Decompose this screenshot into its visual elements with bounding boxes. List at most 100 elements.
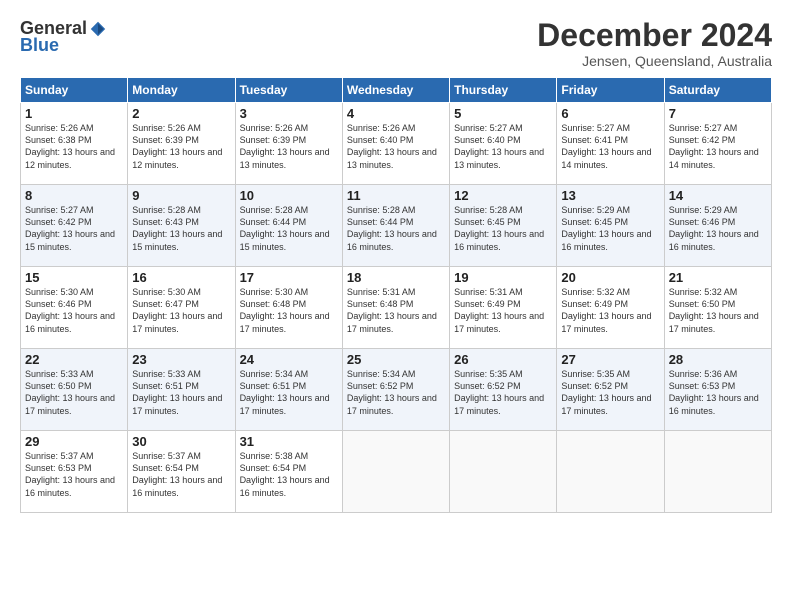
calendar-cell: 27 Sunrise: 5:35 AMSunset: 6:52 PMDaylig… bbox=[557, 349, 664, 431]
calendar-cell: 16 Sunrise: 5:30 AMSunset: 6:47 PMDaylig… bbox=[128, 267, 235, 349]
day-number: 27 bbox=[561, 352, 659, 367]
day-number: 31 bbox=[240, 434, 338, 449]
title-block: December 2024 Jensen, Queensland, Austra… bbox=[537, 18, 772, 69]
day-number: 29 bbox=[25, 434, 123, 449]
calendar-cell: 4 Sunrise: 5:26 AMSunset: 6:40 PMDayligh… bbox=[342, 103, 449, 185]
cell-info: Sunrise: 5:27 AMSunset: 6:42 PMDaylight:… bbox=[25, 205, 115, 251]
calendar-cell: 13 Sunrise: 5:29 AMSunset: 6:45 PMDaylig… bbox=[557, 185, 664, 267]
cell-info: Sunrise: 5:37 AMSunset: 6:54 PMDaylight:… bbox=[132, 451, 222, 497]
calendar-cell: 10 Sunrise: 5:28 AMSunset: 6:44 PMDaylig… bbox=[235, 185, 342, 267]
calendar-cell: 15 Sunrise: 5:30 AMSunset: 6:46 PMDaylig… bbox=[21, 267, 128, 349]
calendar-cell bbox=[342, 431, 449, 513]
calendar-cell bbox=[664, 431, 771, 513]
day-number: 19 bbox=[454, 270, 552, 285]
day-number: 24 bbox=[240, 352, 338, 367]
day-number: 5 bbox=[454, 106, 552, 121]
calendar-cell: 9 Sunrise: 5:28 AMSunset: 6:43 PMDayligh… bbox=[128, 185, 235, 267]
cell-info: Sunrise: 5:36 AMSunset: 6:53 PMDaylight:… bbox=[669, 369, 759, 415]
calendar-cell: 17 Sunrise: 5:30 AMSunset: 6:48 PMDaylig… bbox=[235, 267, 342, 349]
cell-info: Sunrise: 5:29 AMSunset: 6:45 PMDaylight:… bbox=[561, 205, 651, 251]
day-number: 25 bbox=[347, 352, 445, 367]
cell-info: Sunrise: 5:27 AMSunset: 6:42 PMDaylight:… bbox=[669, 123, 759, 169]
day-number: 11 bbox=[347, 188, 445, 203]
day-number: 18 bbox=[347, 270, 445, 285]
day-number: 28 bbox=[669, 352, 767, 367]
cell-info: Sunrise: 5:34 AMSunset: 6:52 PMDaylight:… bbox=[347, 369, 437, 415]
calendar-cell: 2 Sunrise: 5:26 AMSunset: 6:39 PMDayligh… bbox=[128, 103, 235, 185]
page: General Blue December 2024 Jensen, Queen… bbox=[0, 0, 792, 612]
day-number: 17 bbox=[240, 270, 338, 285]
col-header-tuesday: Tuesday bbox=[235, 78, 342, 103]
logo-blue-text: Blue bbox=[20, 35, 59, 55]
calendar-cell: 23 Sunrise: 5:33 AMSunset: 6:51 PMDaylig… bbox=[128, 349, 235, 431]
logo-icon bbox=[89, 20, 107, 38]
day-number: 10 bbox=[240, 188, 338, 203]
calendar-cell: 29 Sunrise: 5:37 AMSunset: 6:53 PMDaylig… bbox=[21, 431, 128, 513]
calendar-table: SundayMondayTuesdayWednesdayThursdayFrid… bbox=[20, 77, 772, 513]
day-number: 20 bbox=[561, 270, 659, 285]
calendar-cell: 24 Sunrise: 5:34 AMSunset: 6:51 PMDaylig… bbox=[235, 349, 342, 431]
cell-info: Sunrise: 5:31 AMSunset: 6:48 PMDaylight:… bbox=[347, 287, 437, 333]
month-title: December 2024 bbox=[537, 18, 772, 53]
cell-info: Sunrise: 5:28 AMSunset: 6:44 PMDaylight:… bbox=[240, 205, 330, 251]
calendar-week-row: 22 Sunrise: 5:33 AMSunset: 6:50 PMDaylig… bbox=[21, 349, 772, 431]
calendar-week-row: 29 Sunrise: 5:37 AMSunset: 6:53 PMDaylig… bbox=[21, 431, 772, 513]
logo: General Blue bbox=[20, 18, 107, 56]
header: General Blue December 2024 Jensen, Queen… bbox=[20, 18, 772, 69]
day-number: 30 bbox=[132, 434, 230, 449]
cell-info: Sunrise: 5:33 AMSunset: 6:50 PMDaylight:… bbox=[25, 369, 115, 415]
calendar-cell: 31 Sunrise: 5:38 AMSunset: 6:54 PMDaylig… bbox=[235, 431, 342, 513]
cell-info: Sunrise: 5:35 AMSunset: 6:52 PMDaylight:… bbox=[561, 369, 651, 415]
col-header-friday: Friday bbox=[557, 78, 664, 103]
calendar-week-row: 8 Sunrise: 5:27 AMSunset: 6:42 PMDayligh… bbox=[21, 185, 772, 267]
calendar-cell: 22 Sunrise: 5:33 AMSunset: 6:50 PMDaylig… bbox=[21, 349, 128, 431]
calendar-cell bbox=[557, 431, 664, 513]
calendar-cell: 25 Sunrise: 5:34 AMSunset: 6:52 PMDaylig… bbox=[342, 349, 449, 431]
day-number: 6 bbox=[561, 106, 659, 121]
day-number: 8 bbox=[25, 188, 123, 203]
cell-info: Sunrise: 5:27 AMSunset: 6:41 PMDaylight:… bbox=[561, 123, 651, 169]
calendar-cell: 20 Sunrise: 5:32 AMSunset: 6:49 PMDaylig… bbox=[557, 267, 664, 349]
calendar-cell: 1 Sunrise: 5:26 AMSunset: 6:38 PMDayligh… bbox=[21, 103, 128, 185]
day-number: 15 bbox=[25, 270, 123, 285]
calendar-cell: 28 Sunrise: 5:36 AMSunset: 6:53 PMDaylig… bbox=[664, 349, 771, 431]
cell-info: Sunrise: 5:34 AMSunset: 6:51 PMDaylight:… bbox=[240, 369, 330, 415]
day-number: 4 bbox=[347, 106, 445, 121]
calendar-cell: 5 Sunrise: 5:27 AMSunset: 6:40 PMDayligh… bbox=[450, 103, 557, 185]
cell-info: Sunrise: 5:32 AMSunset: 6:49 PMDaylight:… bbox=[561, 287, 651, 333]
calendar-cell: 6 Sunrise: 5:27 AMSunset: 6:41 PMDayligh… bbox=[557, 103, 664, 185]
day-number: 2 bbox=[132, 106, 230, 121]
cell-info: Sunrise: 5:28 AMSunset: 6:43 PMDaylight:… bbox=[132, 205, 222, 251]
calendar-cell: 11 Sunrise: 5:28 AMSunset: 6:44 PMDaylig… bbox=[342, 185, 449, 267]
cell-info: Sunrise: 5:35 AMSunset: 6:52 PMDaylight:… bbox=[454, 369, 544, 415]
cell-info: Sunrise: 5:27 AMSunset: 6:40 PMDaylight:… bbox=[454, 123, 544, 169]
day-number: 21 bbox=[669, 270, 767, 285]
day-number: 23 bbox=[132, 352, 230, 367]
cell-info: Sunrise: 5:28 AMSunset: 6:44 PMDaylight:… bbox=[347, 205, 437, 251]
calendar-cell: 26 Sunrise: 5:35 AMSunset: 6:52 PMDaylig… bbox=[450, 349, 557, 431]
calendar-header-row: SundayMondayTuesdayWednesdayThursdayFrid… bbox=[21, 78, 772, 103]
calendar-cell: 12 Sunrise: 5:28 AMSunset: 6:45 PMDaylig… bbox=[450, 185, 557, 267]
calendar-cell: 21 Sunrise: 5:32 AMSunset: 6:50 PMDaylig… bbox=[664, 267, 771, 349]
cell-info: Sunrise: 5:26 AMSunset: 6:40 PMDaylight:… bbox=[347, 123, 437, 169]
calendar-cell: 14 Sunrise: 5:29 AMSunset: 6:46 PMDaylig… bbox=[664, 185, 771, 267]
day-number: 26 bbox=[454, 352, 552, 367]
cell-info: Sunrise: 5:31 AMSunset: 6:49 PMDaylight:… bbox=[454, 287, 544, 333]
cell-info: Sunrise: 5:28 AMSunset: 6:45 PMDaylight:… bbox=[454, 205, 544, 251]
cell-info: Sunrise: 5:30 AMSunset: 6:47 PMDaylight:… bbox=[132, 287, 222, 333]
cell-info: Sunrise: 5:37 AMSunset: 6:53 PMDaylight:… bbox=[25, 451, 115, 497]
col-header-saturday: Saturday bbox=[664, 78, 771, 103]
day-number: 16 bbox=[132, 270, 230, 285]
day-number: 1 bbox=[25, 106, 123, 121]
day-number: 7 bbox=[669, 106, 767, 121]
day-number: 14 bbox=[669, 188, 767, 203]
col-header-monday: Monday bbox=[128, 78, 235, 103]
day-number: 13 bbox=[561, 188, 659, 203]
cell-info: Sunrise: 5:26 AMSunset: 6:38 PMDaylight:… bbox=[25, 123, 115, 169]
calendar-week-row: 15 Sunrise: 5:30 AMSunset: 6:46 PMDaylig… bbox=[21, 267, 772, 349]
day-number: 22 bbox=[25, 352, 123, 367]
calendar-cell: 18 Sunrise: 5:31 AMSunset: 6:48 PMDaylig… bbox=[342, 267, 449, 349]
cell-info: Sunrise: 5:33 AMSunset: 6:51 PMDaylight:… bbox=[132, 369, 222, 415]
day-number: 12 bbox=[454, 188, 552, 203]
cell-info: Sunrise: 5:30 AMSunset: 6:46 PMDaylight:… bbox=[25, 287, 115, 333]
